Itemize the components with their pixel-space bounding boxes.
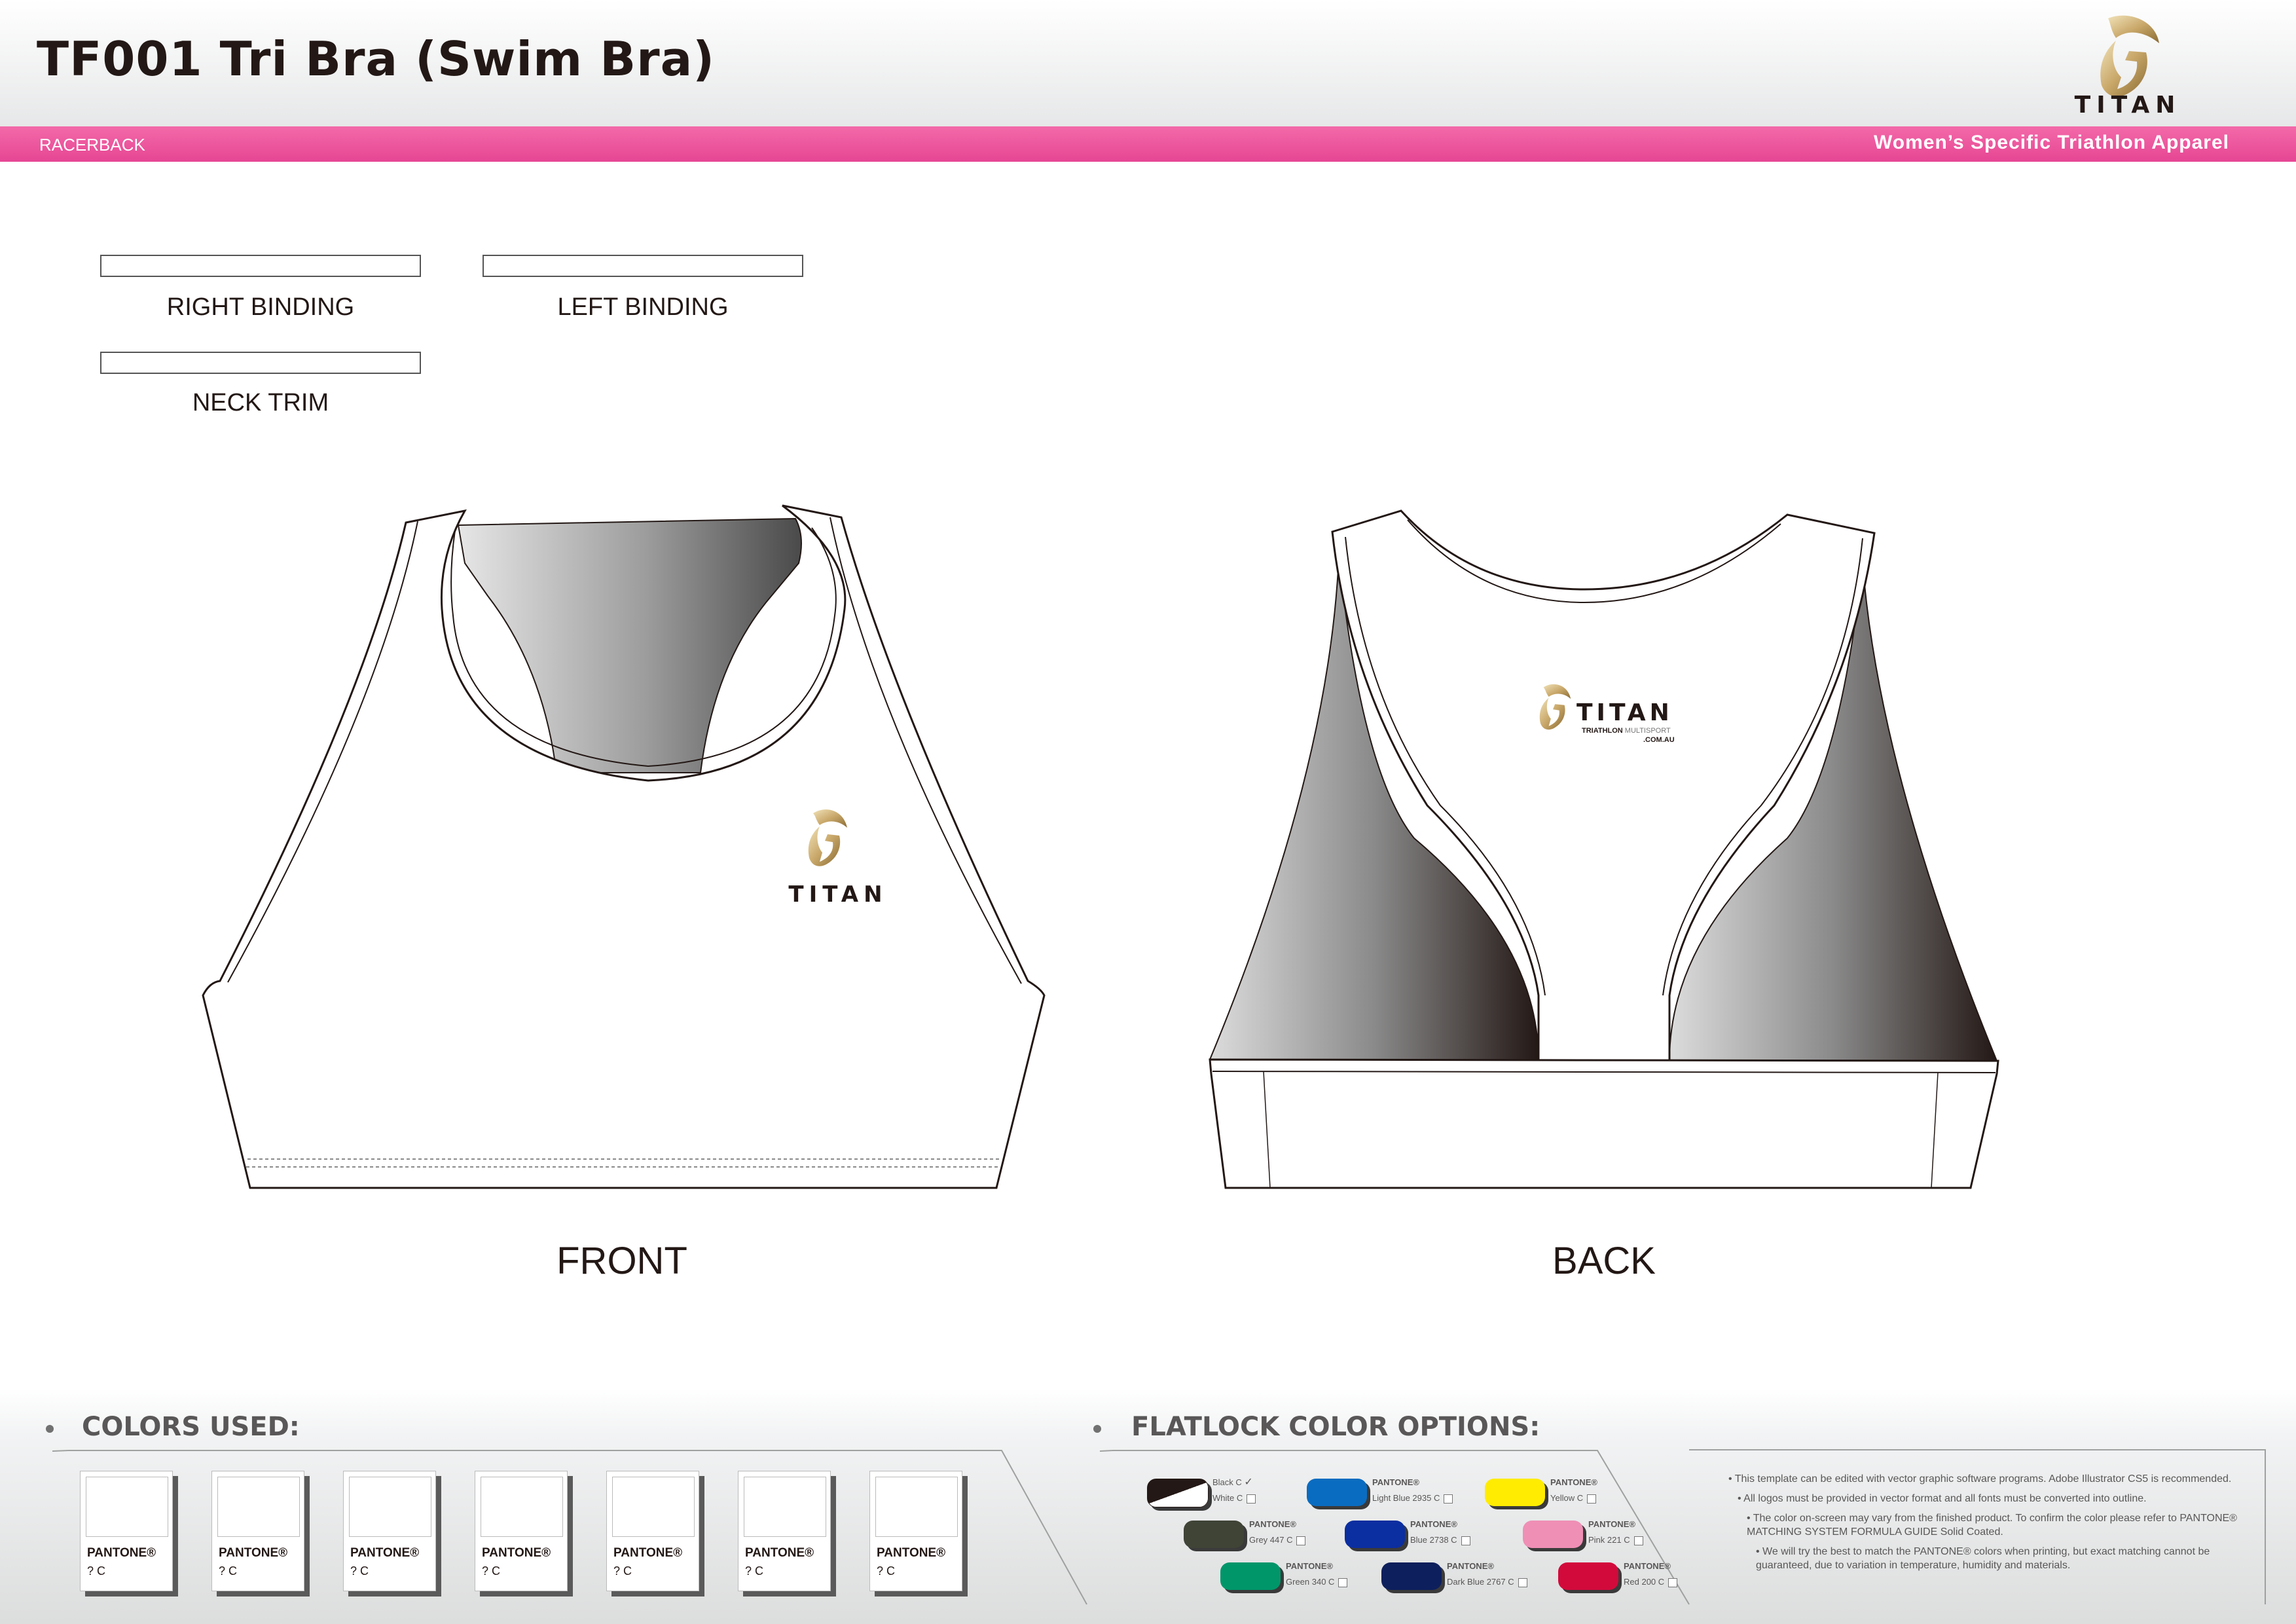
note-2: • All logos must be provided in vector f… — [1738, 1493, 2147, 1504]
flatlock-black-white-swatch[interactable] — [1147, 1479, 1209, 1507]
checkbox-icon — [1461, 1536, 1470, 1545]
right-binding-swatch[interactable] — [100, 255, 421, 277]
flatlock-dark-blue-label: PANTONE® Dark Blue 2767 C — [1447, 1559, 1527, 1590]
flatlock-light-blue-label: PANTONE® Light Blue 2935 C — [1372, 1475, 1453, 1506]
flatlock-grey-swatch[interactable] — [1184, 1521, 1244, 1548]
brand-name: TITAN — [2074, 92, 2181, 119]
checkbox-icon — [1296, 1536, 1306, 1545]
front-logo-text: TITAN — [788, 881, 888, 908]
tagline: Women’s Specific Triathlon Apparel — [1874, 132, 2229, 153]
flatlock-title: FLATLOCK COLOR OPTIONS: — [1131, 1412, 1540, 1442]
back-garment-drawing[interactable] — [1198, 498, 2023, 1198]
check-icon: ✓ — [1244, 1477, 1253, 1488]
front-garment-drawing[interactable] — [190, 498, 1067, 1198]
page-title: TF001 Tri Bra (Swim Bra) — [37, 31, 716, 86]
flatlock-yellow-swatch[interactable] — [1485, 1479, 1545, 1506]
style-subtitle: RACERBACK — [39, 135, 145, 155]
note-3: • The color on-screen may vary from the … — [1747, 1513, 2237, 1538]
flatlock-red-swatch[interactable] — [1558, 1562, 1618, 1590]
section-bullet-icon — [1093, 1425, 1101, 1433]
checkbox-icon — [1444, 1494, 1453, 1504]
checkbox-icon — [1668, 1578, 1678, 1587]
left-binding-swatch[interactable] — [483, 255, 803, 277]
template-notes: • This template can be edited with vecto… — [1728, 1472, 2265, 1578]
color-chip-2[interactable]: PANTONE®? C — [211, 1471, 308, 1595]
flatlock-light-blue-swatch[interactable] — [1307, 1479, 1367, 1506]
flatlock-dark-blue-swatch[interactable] — [1381, 1562, 1442, 1590]
flatlock-grey-label: PANTONE® Grey 447 C — [1249, 1517, 1306, 1548]
checkbox-icon — [1518, 1578, 1527, 1587]
color-chip-6[interactable]: PANTONE®? C — [738, 1471, 835, 1595]
back-logo-text: TITAN — [1576, 699, 1673, 726]
neck-trim-label: NECK TRIM — [192, 389, 329, 416]
note-1: • This template can be edited with vecto… — [1728, 1473, 2232, 1485]
front-view-label: FRONT — [556, 1240, 687, 1282]
flatlock-pink-label: PANTONE® Pink 221 C — [1588, 1517, 1643, 1548]
checkbox-icon — [1587, 1494, 1597, 1504]
flatlock-red-label: PANTONE® Red 200 C — [1624, 1559, 1678, 1590]
neck-trim-swatch[interactable] — [100, 352, 421, 374]
checkbox-icon — [1247, 1494, 1256, 1504]
colors-used-title: COLORS USED: — [82, 1412, 300, 1442]
color-chip-4[interactable]: PANTONE®? C — [475, 1471, 572, 1595]
flatlock-yellow-label: PANTONE® Yellow C — [1550, 1477, 1597, 1504]
checkbox-icon — [1338, 1578, 1348, 1587]
flatlock-green-label: PANTONE® Green 340 C — [1286, 1559, 1348, 1590]
flatlock-blue-label: PANTONE® Blue 2738 C — [1410, 1517, 1470, 1548]
left-binding-label: LEFT BINDING — [557, 293, 729, 321]
flatlock-blue-swatch[interactable] — [1345, 1521, 1405, 1548]
right-binding-label: RIGHT BINDING — [166, 293, 355, 321]
color-chip-3[interactable]: PANTONE®? C — [343, 1471, 440, 1595]
color-chip-1[interactable]: PANTONE®? C — [80, 1471, 177, 1595]
color-chip-5[interactable]: PANTONE®? C — [606, 1471, 703, 1595]
flatlock-pink-swatch[interactable] — [1523, 1521, 1583, 1548]
flatlock-black-white-label: Black C ✓ White C — [1212, 1475, 1256, 1506]
back-logo-subtext: TRIATHLON MULTISPORT — [1582, 727, 1671, 735]
section-bullet-icon — [46, 1425, 54, 1433]
checkbox-icon — [1633, 1536, 1643, 1545]
color-chip-7[interactable]: PANTONE®? C — [869, 1471, 966, 1595]
flatlock-green-swatch[interactable] — [1220, 1562, 1281, 1590]
note-4: • We will try the best to match the PANT… — [1756, 1546, 2210, 1571]
back-logo-url: .COM.AU — [1643, 736, 1675, 744]
back-view-label: BACK — [1552, 1240, 1656, 1282]
